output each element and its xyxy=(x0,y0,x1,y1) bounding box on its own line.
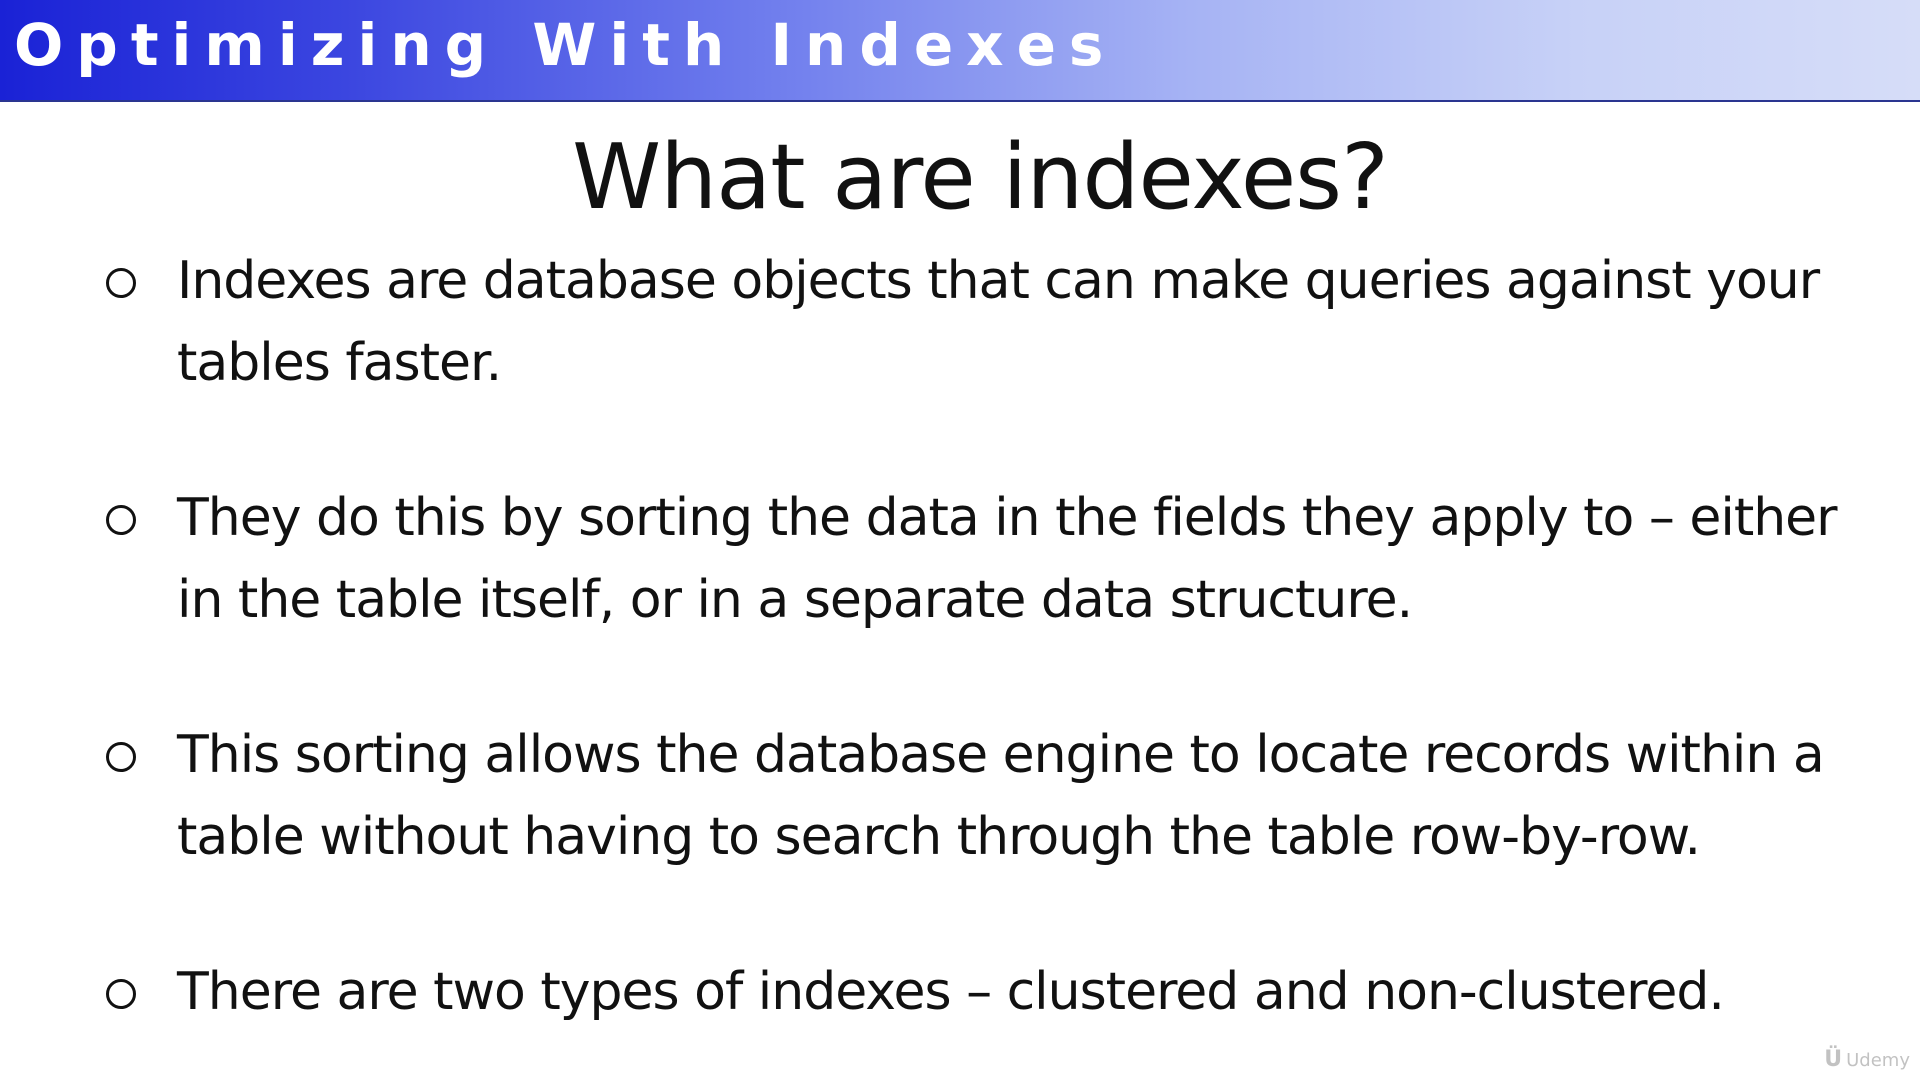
circle-bullet-icon xyxy=(106,979,136,1009)
slide-title: What are indexes? xyxy=(572,125,1389,230)
udemy-logo-icon: Ü xyxy=(1824,1047,1843,1072)
bullet-text: This sorting allows the database engine … xyxy=(177,725,1825,867)
bullet-text: Indexes are database objects that can ma… xyxy=(177,251,1820,393)
watermark-text: Udemy xyxy=(1846,1050,1910,1071)
watermark: Ü Udemy xyxy=(1824,1047,1910,1072)
circle-bullet-icon xyxy=(106,505,136,535)
bullet-text: They do this by sorting the data in the … xyxy=(177,488,1838,630)
header-bar: Optimizing With Indexes xyxy=(0,0,1920,102)
bullet-text: There are two types of indexes – cluster… xyxy=(177,962,1725,1022)
circle-bullet-icon xyxy=(106,742,136,772)
circle-bullet-icon xyxy=(106,268,136,298)
slide: Optimizing With Indexes What are indexes… xyxy=(0,0,1920,1080)
header-title: Optimizing With Indexes xyxy=(14,11,1117,79)
